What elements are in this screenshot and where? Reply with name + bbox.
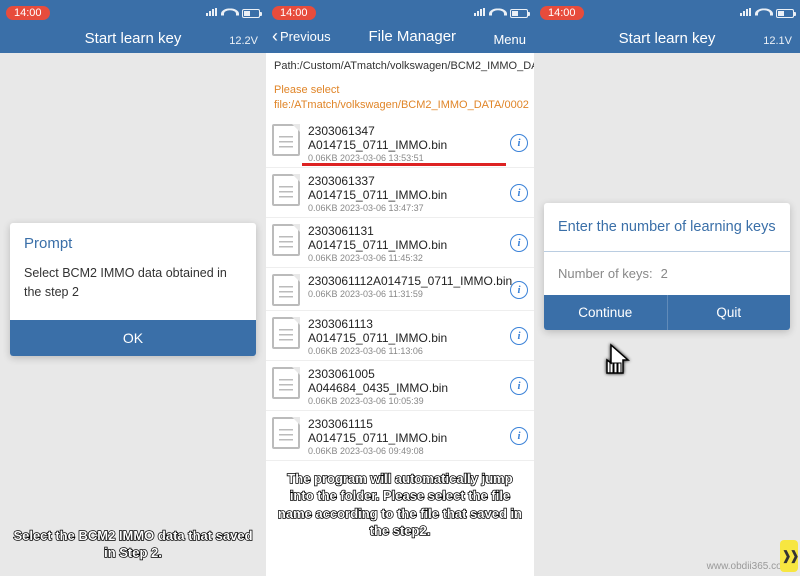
file-id: 2303061337: [308, 174, 510, 188]
file-name: A044684_0435_IMMO.bin: [308, 381, 510, 395]
dialog-title: Prompt: [10, 223, 256, 260]
file-row[interactable]: 2303061115A014715_0711_IMMO.bin0.06KB 20…: [266, 411, 534, 461]
file-name: 2303061112A014715_0711_IMMO.bin: [308, 274, 510, 288]
ok-button[interactable]: OK: [10, 320, 256, 356]
caption: The program will automatically jump into…: [274, 470, 526, 540]
file-name: A014715_0711_IMMO.bin: [308, 138, 510, 152]
file-id: 2303061005: [308, 367, 510, 381]
number-of-keys-row: Number of keys: 2: [544, 252, 790, 295]
next-arrow-button[interactable]: ❱❱: [780, 540, 798, 572]
panel-prompt: 14:00 Start learn key 12.2V Prompt Selec…: [0, 0, 266, 576]
voltage-badge: 12.1V: [763, 35, 792, 47]
back-icon[interactable]: ‹: [272, 26, 278, 47]
caption: Select the BCM2 IMMO data that saved in …: [8, 527, 258, 562]
voltage-badge: 12.2V: [229, 35, 258, 47]
file-icon: [272, 224, 300, 256]
info-icon[interactable]: i: [510, 184, 528, 202]
topbar: 14:00 Start learn key 12.1V: [534, 0, 800, 53]
info-icon[interactable]: i: [510, 377, 528, 395]
panel-keys: 14:00 Start learn key 12.1V Enter the nu…: [534, 0, 800, 576]
status-icons: [740, 6, 794, 21]
wifi-icon: [221, 6, 239, 21]
status-time: 14:00: [272, 6, 316, 20]
page-title: Start learn key: [6, 30, 260, 47]
highlight-line: [302, 163, 506, 166]
path-line: Path:/Custom/ATmatch/volkswagen/BCM2_IMM…: [266, 53, 534, 79]
menu-button[interactable]: Menu: [493, 32, 526, 47]
status-icons: [206, 6, 260, 21]
number-of-keys-input[interactable]: 2: [661, 266, 776, 281]
file-row[interactable]: 2303061347A014715_0711_IMMO.bin0.06KB 20…: [266, 118, 534, 168]
watermark: www.obdii365.com: [707, 561, 790, 572]
cursor-icon: [602, 343, 632, 382]
file-name: A014715_0711_IMMO.bin: [308, 238, 510, 252]
keys-dialog: Enter the number of learning keys Number…: [544, 203, 790, 330]
topbar: 14:00 ‹ Previous File Manager Menu: [266, 0, 534, 53]
file-row[interactable]: 2303061005A044684_0435_IMMO.bin0.06KB 20…: [266, 361, 534, 411]
file-meta: 0.06KB 2023-03-06 11:13:06: [308, 346, 510, 356]
dialog-title: Enter the number of learning keys: [544, 203, 790, 247]
file-meta: 0.06KB 2023-03-06 11:31:59: [308, 289, 510, 299]
status-time: 14:00: [6, 6, 50, 20]
file-id: 2303061131: [308, 224, 510, 238]
wifi-icon: [755, 6, 773, 21]
quit-button[interactable]: Quit: [667, 295, 791, 330]
file-icon: [272, 274, 300, 306]
file-row[interactable]: 2303061131A014715_0711_IMMO.bin0.06KB 20…: [266, 218, 534, 268]
file-name: A014715_0711_IMMO.bin: [308, 331, 510, 345]
panel-file-manager: 14:00 ‹ Previous File Manager Menu Path:…: [266, 0, 534, 576]
field-label: Number of keys:: [558, 266, 653, 281]
file-meta: 0.06KB 2023-03-06 09:49:08: [308, 446, 510, 456]
info-icon[interactable]: i: [510, 134, 528, 152]
topbar: 14:00 Start learn key 12.2V: [0, 0, 266, 53]
file-id: 2303061113: [308, 317, 510, 331]
info-icon[interactable]: i: [510, 327, 528, 345]
status-icons: [474, 6, 528, 21]
file-meta: 0.06KB 2023-03-06 13:53:51: [308, 153, 510, 163]
signal-icon: [206, 8, 218, 19]
file-id: 2303061347: [308, 124, 510, 138]
file-name: A014715_0711_IMMO.bin: [308, 188, 510, 202]
signal-icon: [740, 8, 752, 19]
file-row[interactable]: 2303061337A014715_0711_IMMO.bin0.06KB 20…: [266, 168, 534, 218]
file-icon: [272, 124, 300, 156]
info-icon[interactable]: i: [510, 234, 528, 252]
file-row[interactable]: 2303061112A014715_0711_IMMO.bin0.06KB 20…: [266, 268, 534, 311]
prompt-dialog: Prompt Select BCM2 IMMO data obtained in…: [10, 223, 256, 356]
info-icon[interactable]: i: [510, 281, 528, 299]
hint-line: Please select file:/ATmatch/volkswagen/B…: [266, 79, 534, 118]
file-meta: 0.06KB 2023-03-06 13:47:37: [308, 203, 510, 213]
file-id: 2303061115: [308, 417, 510, 431]
file-meta: 0.06KB 2023-03-06 11:45:32: [308, 253, 510, 263]
file-meta: 0.06KB 2023-03-06 10:05:39: [308, 396, 510, 406]
status-time: 14:00: [540, 6, 584, 20]
file-icon: [272, 174, 300, 206]
file-list: 2303061347A014715_0711_IMMO.bin0.06KB 20…: [266, 118, 534, 461]
signal-icon: [474, 8, 486, 19]
page-title: Start learn key: [540, 30, 794, 47]
file-icon: [272, 417, 300, 449]
info-icon[interactable]: i: [510, 427, 528, 445]
continue-button[interactable]: Continue: [544, 295, 667, 330]
battery-icon: [510, 9, 528, 18]
file-icon: [272, 317, 300, 349]
file-name: A014715_0711_IMMO.bin: [308, 431, 510, 445]
file-row[interactable]: 2303061113A014715_0711_IMMO.bin0.06KB 20…: [266, 311, 534, 361]
dialog-message: Select BCM2 IMMO data obtained in the st…: [10, 260, 256, 320]
wifi-icon: [489, 6, 507, 21]
battery-icon: [242, 9, 260, 18]
battery-icon: [776, 9, 794, 18]
file-icon: [272, 367, 300, 399]
